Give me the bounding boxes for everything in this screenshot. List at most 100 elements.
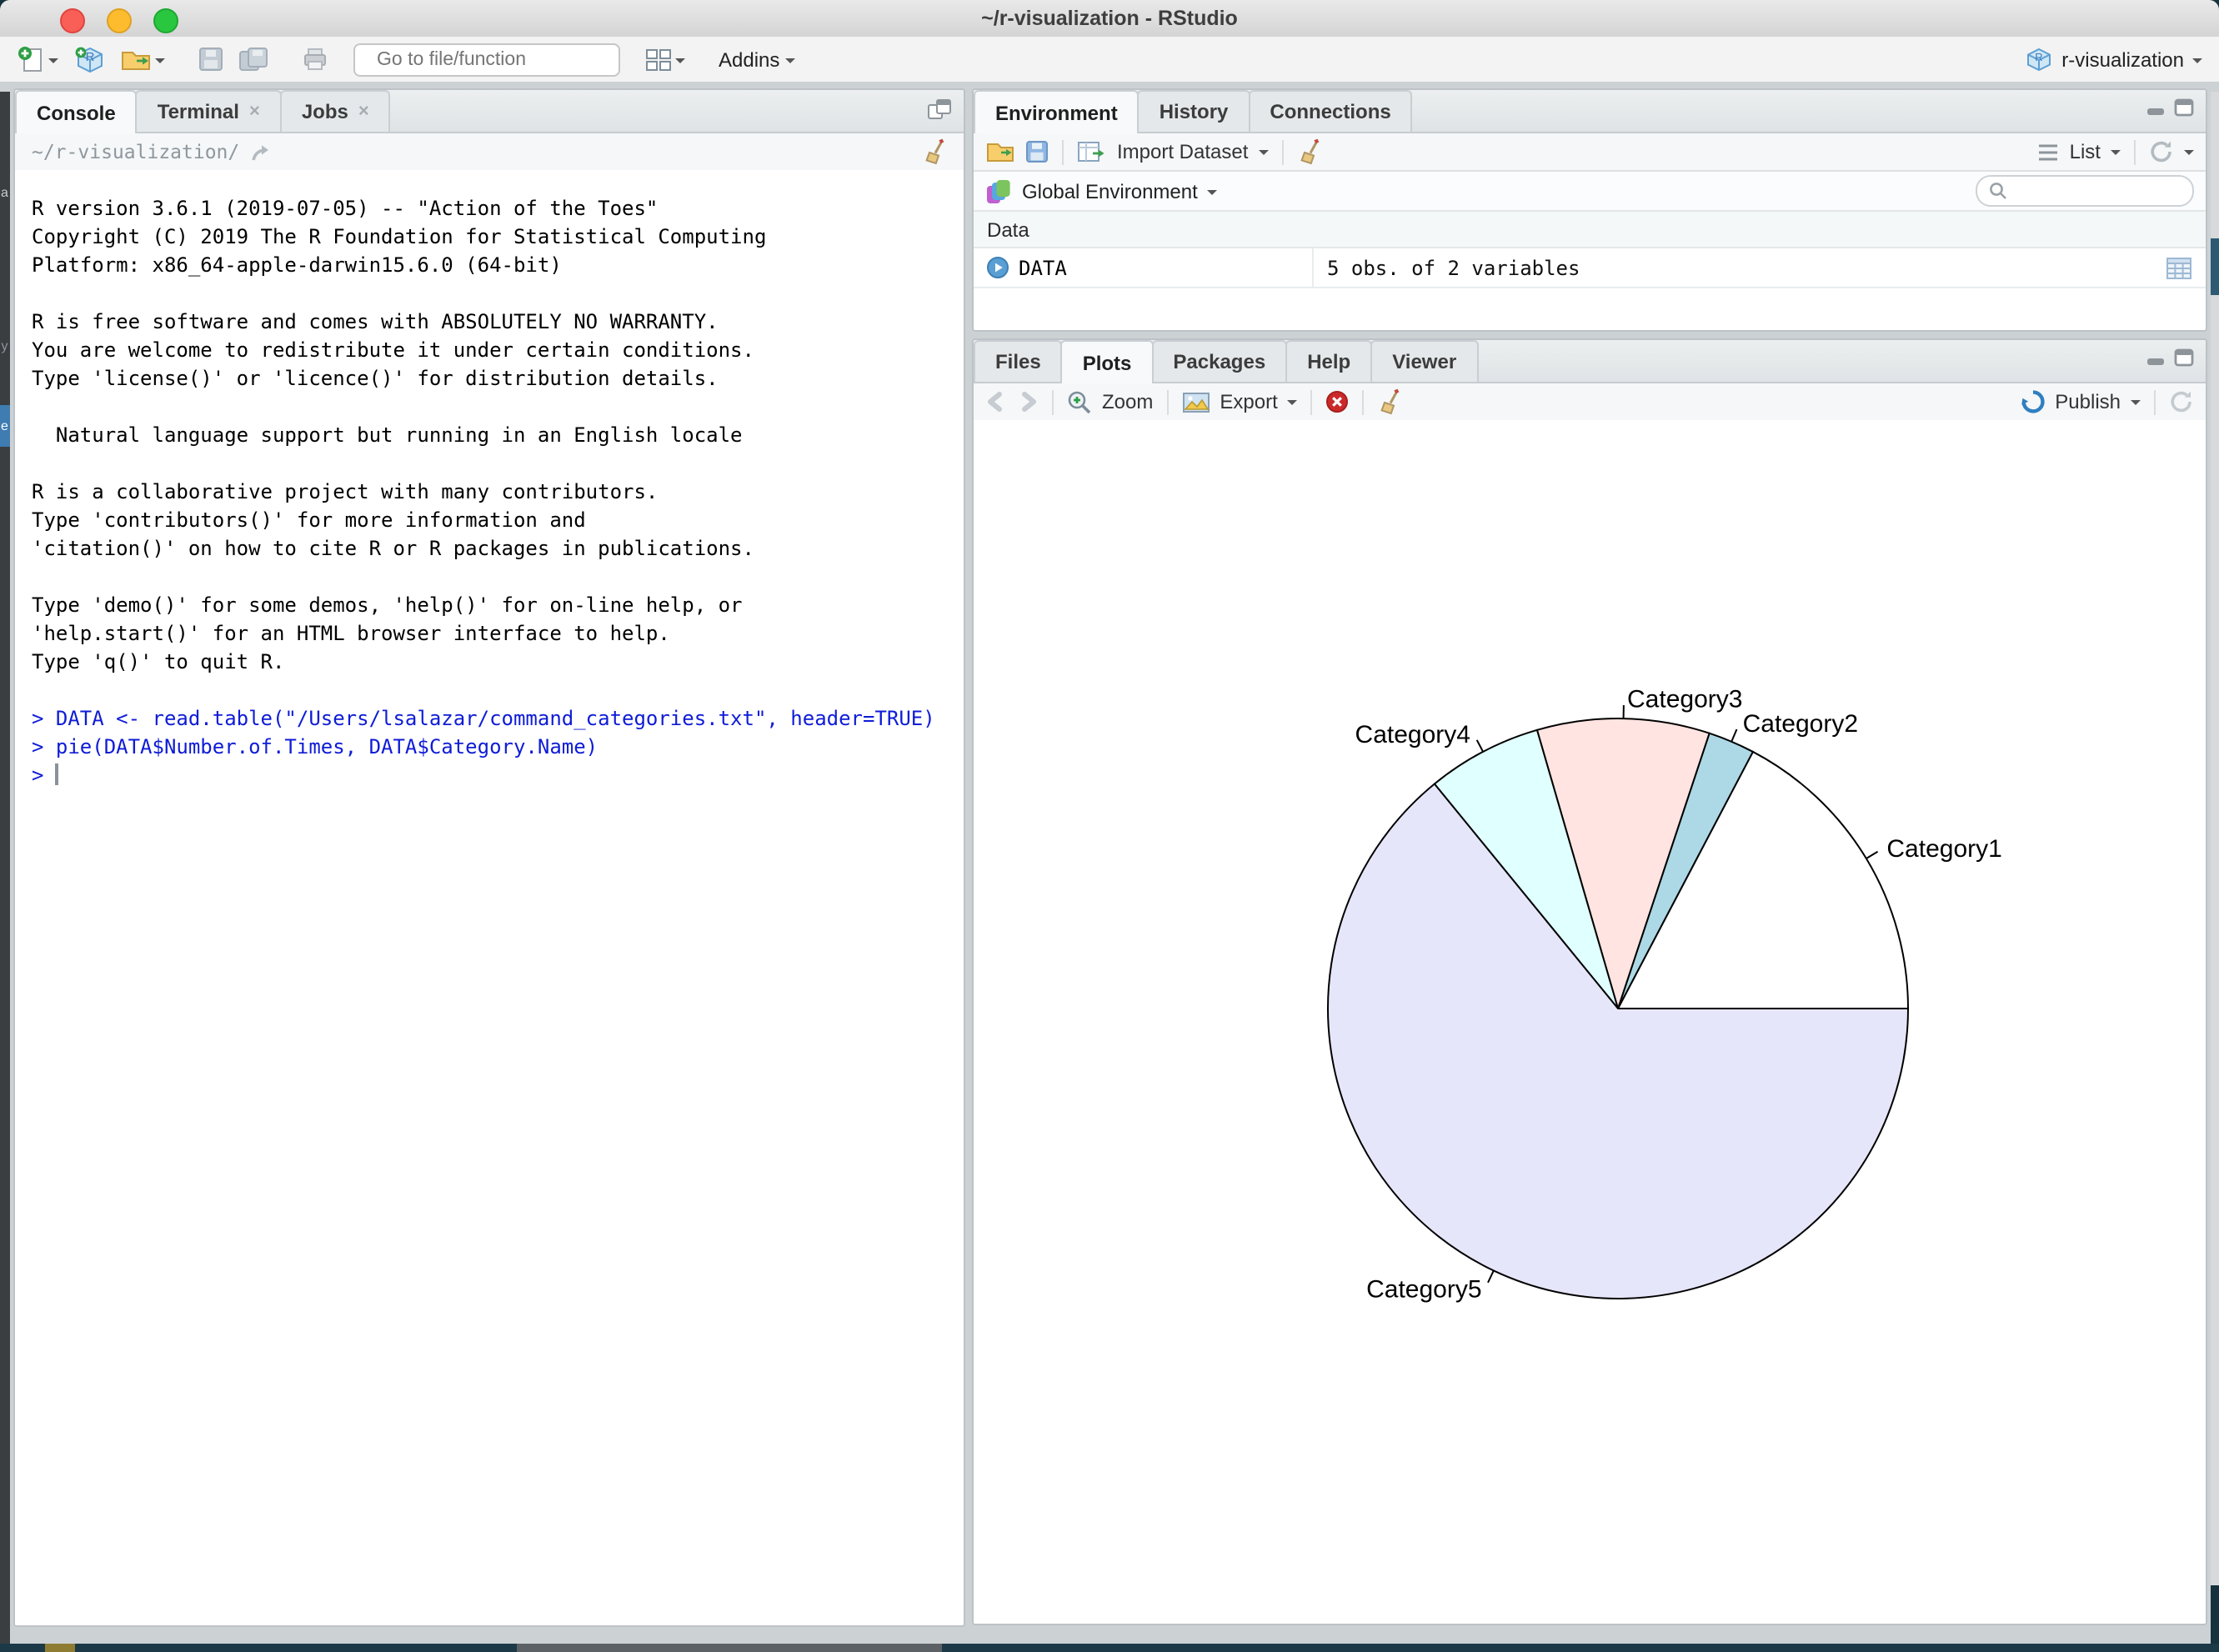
tab-help[interactable]: Help bbox=[1285, 340, 1372, 382]
refresh-caret-icon[interactable] bbox=[2184, 150, 2194, 160]
traffic-lights bbox=[60, 8, 178, 33]
next-plot-icon[interactable] bbox=[1017, 392, 1039, 412]
new-project-button[interactable]: R bbox=[70, 41, 108, 78]
project-menu-button[interactable]: R r-visualization bbox=[2021, 43, 2206, 75]
minimize-pane-icon[interactable] bbox=[2146, 349, 2166, 366]
tab-viewer[interactable]: Viewer bbox=[1370, 340, 1478, 382]
environment-scope-label[interactable]: Global Environment bbox=[1022, 179, 1198, 203]
list-view-caret-icon[interactable] bbox=[2111, 150, 2121, 160]
svg-text:R: R bbox=[86, 49, 95, 63]
minimize-window-button[interactable] bbox=[107, 8, 132, 33]
open-file-caret-icon bbox=[155, 58, 165, 68]
panes-layout-button[interactable] bbox=[642, 44, 689, 74]
environment-panel: Environment History Connections bbox=[972, 88, 2207, 332]
new-file-caret-icon bbox=[48, 58, 58, 68]
print-button[interactable] bbox=[298, 43, 332, 75]
svg-text:R: R bbox=[2035, 51, 2042, 63]
print-icon bbox=[302, 47, 328, 72]
load-workspace-icon[interactable] bbox=[985, 140, 1015, 163]
goto-working-directory-icon[interactable] bbox=[249, 143, 271, 161]
plot-viewport: Category1Category2Category3Category4Cate… bbox=[974, 420, 2206, 1624]
open-file-button[interactable] bbox=[117, 43, 168, 75]
tab-terminal-label: Terminal bbox=[158, 100, 239, 123]
environment-searchbox[interactable] bbox=[1976, 175, 2194, 207]
panes-grid-icon bbox=[645, 48, 672, 71]
tab-jobs[interactable]: Jobs × bbox=[280, 90, 391, 132]
zoom-plot-icon bbox=[1067, 389, 1092, 414]
environment-search-input[interactable] bbox=[2014, 179, 2181, 203]
workspace: Console Terminal × Jobs × ~/r-visu bbox=[0, 82, 2219, 1644]
export-plot-label[interactable]: Export bbox=[1220, 390, 1277, 413]
tab-history[interactable]: History bbox=[1138, 90, 1250, 132]
refresh-plot-icon[interactable] bbox=[2169, 390, 2194, 413]
clear-console-icon[interactable] bbox=[922, 138, 947, 165]
background-text-fragment: e bbox=[0, 405, 9, 447]
expand-object-icon[interactable] bbox=[987, 257, 1009, 278]
save-all-button[interactable] bbox=[235, 43, 272, 75]
tab-console[interactable]: Console bbox=[15, 90, 138, 133]
environment-scope-row: Global Environment bbox=[974, 172, 2206, 212]
goto-file-box[interactable] bbox=[353, 43, 620, 76]
save-all-icon bbox=[238, 47, 268, 72]
pie-label-category5: Category5 bbox=[1366, 1276, 1481, 1304]
zoom-plot-label[interactable]: Zoom bbox=[1102, 390, 1153, 413]
clear-environment-icon[interactable] bbox=[1296, 138, 1321, 165]
minimize-pane-icon[interactable] bbox=[2146, 99, 2166, 116]
publish-label[interactable]: Publish bbox=[2055, 390, 2121, 413]
maximize-pane-icon[interactable] bbox=[2174, 348, 2194, 367]
background-window-sliver-left: a y e bbox=[0, 92, 9, 1652]
clear-all-plots-icon[interactable] bbox=[1378, 388, 1403, 415]
tab-terminal[interactable]: Terminal × bbox=[136, 90, 282, 132]
refresh-environment-icon[interactable] bbox=[2149, 140, 2174, 163]
environment-scope-caret-icon[interactable] bbox=[1208, 189, 1218, 199]
console-tabbar: Console Terminal × Jobs × bbox=[15, 90, 964, 133]
view-table-icon[interactable] bbox=[2166, 256, 2192, 279]
tab-viewer-label: Viewer bbox=[1392, 350, 1456, 373]
tab-packages[interactable]: Packages bbox=[1151, 340, 1287, 382]
import-dataset-label[interactable]: Import Dataset bbox=[1117, 140, 1248, 163]
titlebar: ~/r-visualization - RStudio bbox=[0, 0, 2219, 38]
export-caret-icon[interactable] bbox=[1288, 400, 1298, 410]
environment-layers-icon bbox=[985, 178, 1012, 204]
console-output[interactable]: R version 3.6.1 (2019-07-05) -- "Action … bbox=[15, 170, 964, 1625]
maximize-pane-icon[interactable] bbox=[2174, 98, 2194, 117]
tab-environment[interactable]: Environment bbox=[974, 90, 1140, 133]
remove-plot-icon[interactable] bbox=[1326, 390, 1350, 413]
save-icon bbox=[198, 47, 223, 72]
tab-plots[interactable]: Plots bbox=[1061, 340, 1154, 383]
tab-files[interactable]: Files bbox=[974, 340, 1063, 382]
close-icon[interactable]: × bbox=[249, 103, 260, 121]
new-file-button[interactable] bbox=[13, 42, 62, 77]
addins-button[interactable]: Addins bbox=[715, 44, 798, 74]
pie-label-leader bbox=[1477, 740, 1483, 752]
console-panel: Console Terminal × Jobs × ~/r-visu bbox=[13, 88, 965, 1627]
pie-chart: Category1Category2Category3Category4Cate… bbox=[974, 420, 2206, 1624]
previous-plot-icon[interactable] bbox=[985, 392, 1007, 412]
goto-file-input[interactable] bbox=[373, 48, 637, 71]
pie-label-leader bbox=[1866, 852, 1878, 859]
import-dataset-caret-icon[interactable] bbox=[1258, 150, 1268, 160]
pie-label-category2: Category2 bbox=[1743, 710, 1858, 738]
addins-caret-icon bbox=[784, 58, 794, 68]
tab-connections[interactable]: Connections bbox=[1248, 90, 1412, 132]
tab-jobs-label: Jobs bbox=[302, 100, 348, 123]
close-window-button[interactable] bbox=[60, 8, 85, 33]
save-workspace-icon[interactable] bbox=[1025, 140, 1049, 163]
save-button[interactable] bbox=[195, 43, 227, 75]
close-icon[interactable]: × bbox=[358, 103, 369, 121]
environment-tabbar: Environment History Connections bbox=[974, 90, 2206, 133]
list-view-label[interactable]: List bbox=[2070, 140, 2101, 163]
export-plot-icon bbox=[1181, 391, 1210, 413]
environment-object-row[interactable]: DATA 5 obs. of 2 variables bbox=[974, 248, 2206, 288]
background-desktop-strip bbox=[0, 1644, 2219, 1652]
tab-files-label: Files bbox=[995, 350, 1041, 373]
project-name-label: r-visualization bbox=[2061, 48, 2184, 71]
environment-section-header: Data bbox=[974, 212, 2206, 248]
fullscreen-window-button[interactable] bbox=[153, 8, 178, 33]
publish-caret-icon[interactable] bbox=[2131, 400, 2141, 410]
search-icon bbox=[1989, 182, 2007, 200]
restore-pane-icon[interactable] bbox=[927, 98, 952, 120]
tab-connections-label: Connections bbox=[1270, 100, 1390, 123]
object-name: DATA bbox=[1019, 256, 1067, 279]
import-dataset-icon bbox=[1077, 140, 1107, 163]
